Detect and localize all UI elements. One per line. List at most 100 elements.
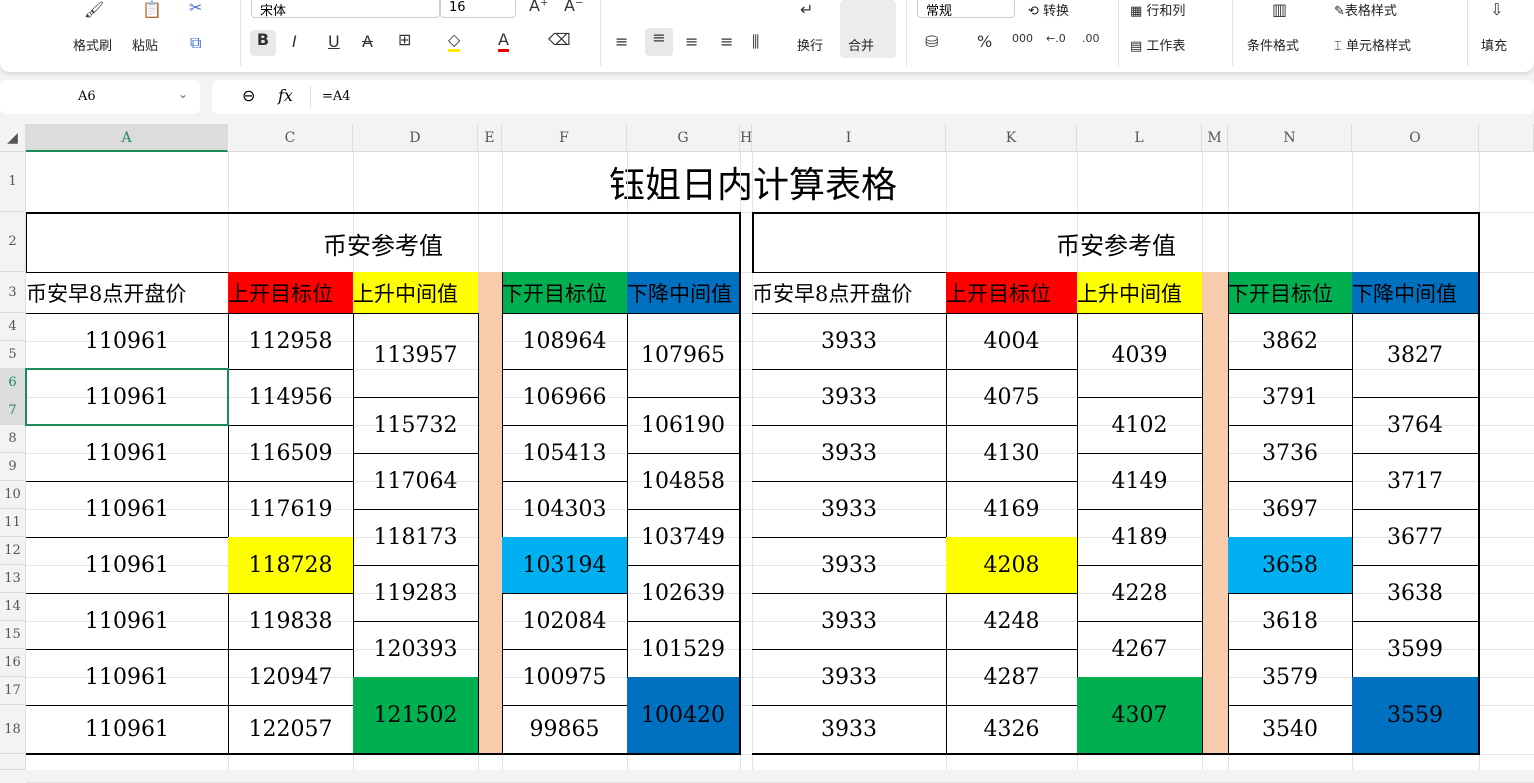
- align-center-icon[interactable]: ≡: [645, 28, 673, 56]
- down-target-cell[interactable]: 3618: [1228, 593, 1353, 650]
- decrease-font-icon[interactable]: A⁻: [564, 0, 583, 15]
- up-target-cell[interactable]: 112958: [228, 313, 354, 370]
- column-header-cell[interactable]: 下开目标位: [1228, 272, 1353, 314]
- separator-column[interactable]: [478, 272, 503, 755]
- up-mid-cell[interactable]: 4102: [1077, 397, 1203, 454]
- bold-icon[interactable]: B: [250, 30, 276, 56]
- open-price-cell[interactable]: 110961: [26, 481, 229, 538]
- row-header-5[interactable]: 5: [0, 341, 26, 369]
- down-mid-cell[interactable]: 107965: [627, 313, 741, 398]
- row-header-16[interactable]: 16: [0, 649, 26, 677]
- down-target-cell[interactable]: 100975: [502, 649, 628, 706]
- up-mid-cell[interactable]: 119283: [353, 565, 479, 622]
- table-style-button[interactable]: ✎表格样式: [1334, 0, 1397, 19]
- open-price-cell[interactable]: 3933: [752, 313, 947, 370]
- up-target-cell[interactable]: 4287: [946, 649, 1078, 706]
- column-header-G[interactable]: G: [627, 124, 740, 152]
- open-price-cell[interactable]: 110961: [26, 649, 229, 706]
- justify-icon[interactable]: ≡: [720, 32, 733, 51]
- italic-icon[interactable]: I: [292, 32, 297, 51]
- down-target-cell[interactable]: 99865: [502, 705, 628, 755]
- cut-icon[interactable]: ✂: [189, 0, 202, 17]
- down-mid-cell[interactable]: 103749: [627, 509, 741, 566]
- underline-icon[interactable]: U: [328, 32, 340, 51]
- column-header-cell[interactable]: 上升中间值: [1077, 272, 1203, 314]
- down-target-cell[interactable]: 3697: [1228, 481, 1353, 538]
- up-mid-cell[interactable]: 120393: [353, 621, 479, 678]
- open-price-cell[interactable]: 3933: [752, 705, 947, 755]
- up-target-cell[interactable]: 4208: [946, 537, 1078, 594]
- row-header-11[interactable]: 11: [0, 509, 26, 537]
- align-left-icon[interactable]: ≡: [615, 32, 628, 51]
- format-painter-button[interactable]: 格式刷: [73, 35, 112, 54]
- increase-decimal-icon[interactable]: ←.0: [1046, 32, 1066, 45]
- column-header-cell[interactable]: 上开目标位: [228, 272, 354, 314]
- row-header-2[interactable]: 2: [0, 212, 26, 272]
- row-header-17[interactable]: 17: [0, 677, 26, 705]
- up-target-cell[interactable]: 4248: [946, 593, 1078, 650]
- down-target-cell[interactable]: 3658: [1228, 537, 1353, 594]
- align-right-icon[interactable]: ≡: [685, 32, 698, 51]
- column-header-cell[interactable]: 上开目标位: [946, 272, 1078, 314]
- row-header-14[interactable]: 14: [0, 593, 26, 621]
- down-target-cell[interactable]: 3862: [1228, 313, 1353, 370]
- column-header-cell[interactable]: 下开目标位: [502, 272, 628, 314]
- down-target-cell[interactable]: 102084: [502, 593, 628, 650]
- open-price-cell[interactable]: 110961: [26, 705, 229, 755]
- down-mid-cell[interactable]: 101529: [627, 621, 741, 678]
- column-header-O[interactable]: O: [1352, 124, 1479, 152]
- distribute-icon[interactable]: ⫼: [752, 32, 759, 52]
- open-price-cell[interactable]: 3933: [752, 425, 947, 482]
- row-header-1[interactable]: 1: [0, 152, 26, 212]
- up-mid-cell[interactable]: 4228: [1077, 565, 1203, 622]
- convert-button[interactable]: ⟲ 转换: [1028, 0, 1069, 19]
- row-header-4[interactable]: 4: [0, 313, 26, 341]
- down-mid-cell[interactable]: 102639: [627, 565, 741, 622]
- wrap-text-button[interactable]: 换行: [797, 35, 823, 54]
- decrease-decimal-icon[interactable]: .00: [1082, 32, 1100, 45]
- down-mid-cell[interactable]: 3827: [1352, 313, 1480, 398]
- column-header-cell[interactable]: 币安早8点开盘价: [26, 272, 229, 314]
- up-target-cell[interactable]: 120947: [228, 649, 354, 706]
- conditional-format-button[interactable]: 条件格式: [1247, 35, 1299, 54]
- section-header[interactable]: 币安参考值: [26, 212, 741, 273]
- up-mid-cell[interactable]: 4189: [1077, 509, 1203, 566]
- down-mid-cell[interactable]: 3764: [1352, 397, 1480, 454]
- down-target-cell[interactable]: 105413: [502, 425, 628, 482]
- column-header-H[interactable]: H: [740, 124, 752, 152]
- down-target-cell[interactable]: 104303: [502, 481, 628, 538]
- fill-button[interactable]: 填充: [1481, 35, 1507, 54]
- row-header-8[interactable]: 8: [0, 425, 26, 453]
- worksheet-button[interactable]: ▤ 工作表: [1130, 35, 1185, 54]
- up-mid-cell[interactable]: 4039: [1077, 313, 1203, 398]
- open-price-cell[interactable]: 110961: [26, 537, 229, 594]
- up-target-cell[interactable]: 114956: [228, 369, 354, 426]
- font-color-icon[interactable]: A: [498, 30, 509, 52]
- down-mid-cell[interactable]: 106190: [627, 397, 741, 454]
- down-target-cell[interactable]: 103194: [502, 537, 628, 594]
- down-target-cell[interactable]: 3540: [1228, 705, 1353, 755]
- up-mid-cell[interactable]: 4307: [1077, 677, 1203, 755]
- thousands-icon[interactable]: 000: [1012, 32, 1033, 45]
- separator-column[interactable]: [1202, 272, 1229, 755]
- down-mid-cell[interactable]: 3638: [1352, 565, 1480, 622]
- up-target-cell[interactable]: 122057: [228, 705, 354, 755]
- up-target-cell[interactable]: 118728: [228, 537, 354, 594]
- column-header-L[interactable]: L: [1077, 124, 1202, 152]
- down-mid-cell[interactable]: 3559: [1352, 677, 1480, 755]
- column-header-C[interactable]: C: [228, 124, 353, 152]
- down-target-cell[interactable]: 108964: [502, 313, 628, 370]
- open-price-cell[interactable]: 3933: [752, 649, 947, 706]
- column-header-N[interactable]: N: [1228, 124, 1352, 152]
- up-mid-cell[interactable]: 115732: [353, 397, 479, 454]
- clear-icon[interactable]: ⌫: [548, 30, 571, 49]
- up-target-cell[interactable]: 4130: [946, 425, 1078, 482]
- spreadsheet-grid[interactable]: ◢ 钰姐日内计算表格 A C D E F G H I K L M N O 1 2 3 4 5 6 7 8 9 10 11 12 1…: [0, 124, 1534, 783]
- down-mid-cell[interactable]: 3717: [1352, 453, 1480, 510]
- fill-down-icon[interactable]: ⇩: [1490, 0, 1503, 19]
- open-price-cell[interactable]: 3933: [752, 369, 947, 426]
- down-mid-cell[interactable]: 104858: [627, 453, 741, 510]
- up-target-cell[interactable]: 116509: [228, 425, 354, 482]
- rows-cols-button[interactable]: ▦ 行和列: [1130, 0, 1185, 19]
- open-price-cell[interactable]: 3933: [752, 481, 947, 538]
